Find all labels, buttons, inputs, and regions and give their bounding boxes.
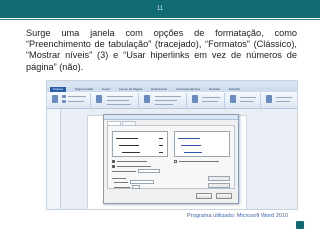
dialog-title-bar [104, 115, 238, 120]
slide-body-text: Surge uma janela com opções de formataçã… [26, 28, 297, 72]
ribbon-label-line [107, 104, 131, 105]
caption-icon[interactable] [192, 95, 198, 103]
preview-entry-titulo-3 [122, 152, 140, 153]
update-table-icon[interactable] [62, 100, 66, 103]
tab-revisao[interactable]: Revisão [209, 87, 220, 91]
tab-referencias[interactable]: Referências [151, 87, 167, 91]
ribbon-label-line [240, 101, 254, 102]
ribbon-group-legendas [189, 93, 225, 108]
show-levels-label [114, 187, 130, 188]
ribbon-label-line [276, 97, 292, 98]
ribbon-label-line [155, 100, 177, 101]
sumario-dialog [103, 114, 239, 204]
geral-label [112, 178, 126, 179]
right-align-label [117, 166, 151, 167]
preview-entry-titulo-1 [116, 138, 138, 139]
ribbon-label-line [240, 97, 256, 98]
options-button[interactable] [208, 176, 230, 181]
program-caption: Programa utilizado: Microsoft Word 2010 [187, 213, 289, 219]
word-screenshot: Arquivo Página Inicial Inserir Layout da… [46, 80, 298, 210]
web-entry-titulo-3[interactable] [184, 152, 202, 153]
ribbon-label-line [68, 96, 86, 97]
ribbon-group-sumario [49, 93, 91, 108]
modify-button[interactable] [208, 183, 230, 188]
citation-icon[interactable] [144, 95, 150, 103]
ribbon-group-citacoes [141, 93, 187, 108]
ok-button[interactable] [196, 193, 212, 199]
formats-label [114, 182, 128, 183]
ribbon-label-line [202, 97, 220, 98]
preview-page-number [159, 138, 163, 139]
ribbon-group-notas [93, 93, 139, 108]
ribbon-group-indice-autoridades [263, 93, 297, 108]
mark-entry-icon[interactable] [230, 95, 236, 103]
ribbon [47, 92, 297, 109]
show-levels-spinner[interactable] [132, 185, 140, 189]
print-preview-box [112, 131, 168, 157]
ribbon-label-line [155, 96, 181, 97]
web-preview-box [174, 131, 230, 157]
add-text-icon[interactable] [62, 95, 66, 98]
tab-leader-label [112, 171, 136, 172]
table-of-contents-icon[interactable] [52, 95, 58, 103]
ribbon-label-line [107, 100, 129, 101]
web-entry-titulo-2[interactable] [181, 145, 201, 146]
navigation-pane[interactable] [47, 109, 61, 209]
tab-pagina-inicial[interactable]: Página Inicial [75, 87, 93, 91]
ribbon-label-line [68, 101, 84, 102]
right-align-checkbox[interactable] [112, 165, 115, 168]
footnote-icon[interactable] [96, 95, 102, 103]
preview-page-number [159, 145, 163, 146]
ribbon-label-line [276, 101, 290, 102]
formats-select[interactable] [130, 180, 154, 184]
ribbon-group-indice [227, 93, 261, 108]
web-entry-titulo-1[interactable] [178, 138, 200, 139]
show-page-numbers-label [117, 161, 147, 162]
sumario-tab-panel [107, 125, 235, 189]
tab-exibicao[interactable]: Exibição [229, 87, 240, 91]
tab-layout[interactable]: Layout da Página [119, 87, 142, 91]
slide-header-bar: 11 [0, 0, 320, 20]
ribbon-label-line [107, 96, 133, 97]
header-rule [0, 19, 320, 20]
tab-correspondencias[interactable]: Correspondências [176, 87, 200, 91]
corner-accent [296, 221, 304, 229]
slide: 11 Surge uma janela com opções de format… [0, 0, 320, 240]
cancel-button[interactable] [216, 193, 232, 199]
preview-entry-titulo-2 [119, 145, 139, 146]
tab-leader-select[interactable] [138, 169, 160, 173]
use-hyperlinks-label [179, 161, 219, 162]
show-page-numbers-checkbox[interactable] [112, 160, 115, 163]
ribbon-label-line [155, 104, 173, 105]
ribbon-label-line [202, 101, 218, 102]
tab-inserir[interactable]: Inserir [102, 87, 110, 91]
mark-citation-icon[interactable] [266, 95, 272, 103]
use-hyperlinks-checkbox[interactable] [174, 160, 177, 163]
preview-page-number [159, 152, 163, 153]
slide-number: 11 [156, 6, 164, 12]
